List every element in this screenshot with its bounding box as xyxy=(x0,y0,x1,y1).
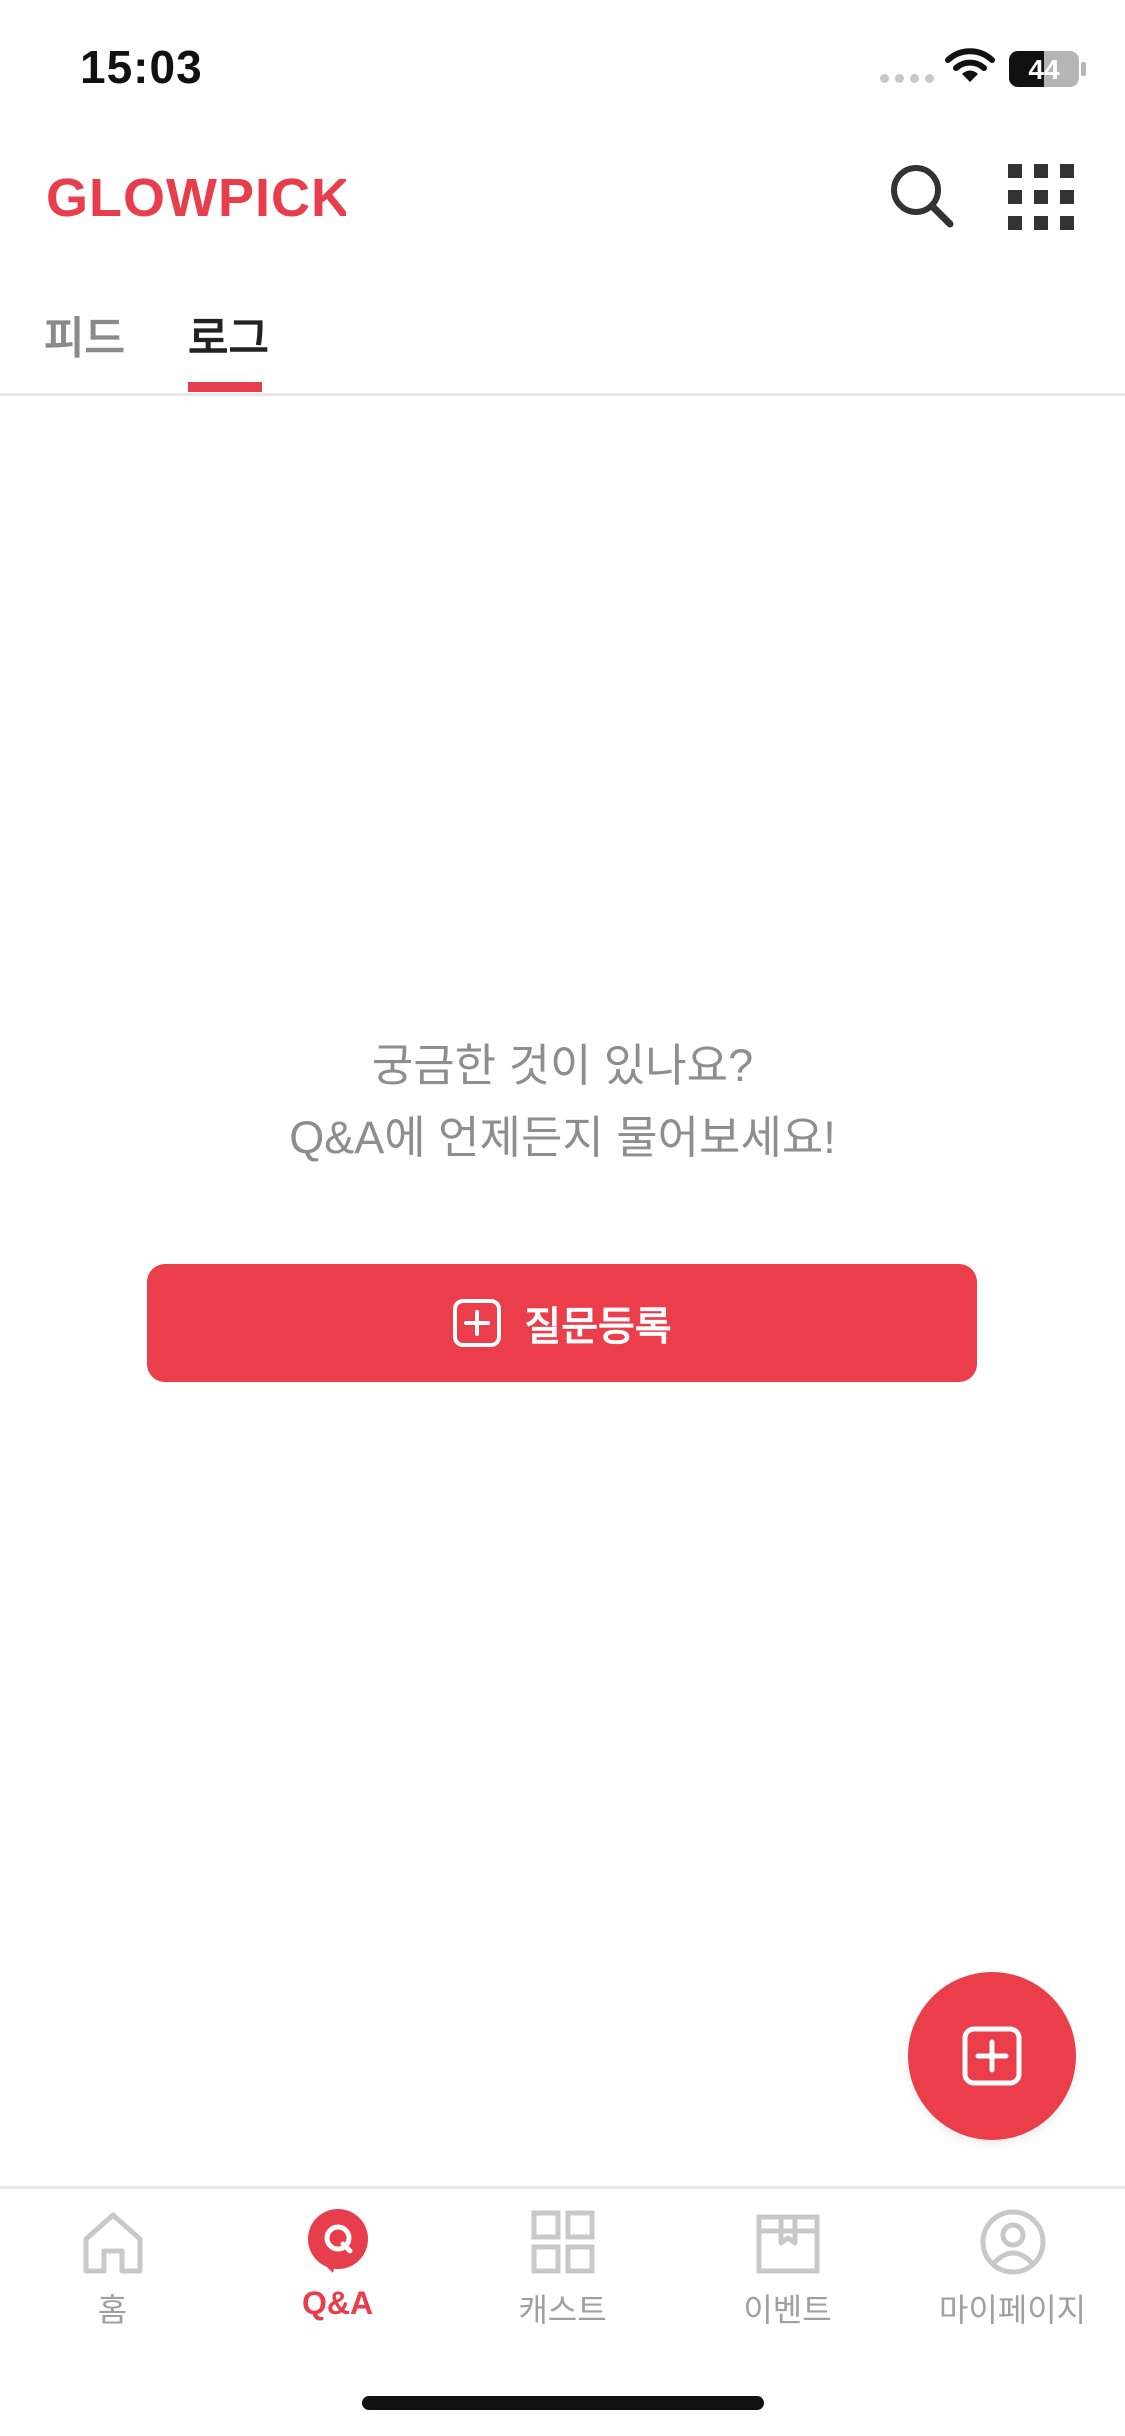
status-time: 15:03 xyxy=(80,41,203,93)
nav-label-event: 이벤트 xyxy=(743,2292,832,2328)
add-question-fab[interactable] xyxy=(908,1972,1076,2140)
plus-box-icon xyxy=(962,2026,1022,2086)
menu-grid-icon[interactable] xyxy=(1008,164,1074,230)
qna-screen: 15:03 44 GLOWPICK 피드 로그 궁금한 것이 있나요? Q&A에… xyxy=(0,0,1125,2436)
svg-text:GLOWPICK: GLOWPICK xyxy=(46,168,346,224)
nav-item-event[interactable]: 이벤트 xyxy=(675,2207,900,2331)
glowpick-logo[interactable]: GLOWPICK xyxy=(46,168,346,224)
register-question-label: 질문등록 xyxy=(524,1305,672,1349)
wifi-icon xyxy=(945,48,995,82)
nav-item-home[interactable]: 홈 xyxy=(0,2207,225,2331)
nav-label-mypage: 마이페이지 xyxy=(938,2292,1087,2328)
event-box-icon xyxy=(756,2214,819,2274)
status-bar: 15:03 44 xyxy=(0,0,1125,140)
cast-grid-icon xyxy=(531,2210,594,2274)
qna-icon xyxy=(307,2209,368,2273)
battery-level: 44 xyxy=(1028,54,1060,85)
profile-icon xyxy=(980,2209,1045,2275)
home-indicator[interactable] xyxy=(362,2396,764,2410)
register-question-button[interactable]: 질문등록 xyxy=(147,1264,977,1382)
empty-state-line-1: 궁금한 것이 있나요? xyxy=(371,1040,754,1091)
nav-label-qna: Q&A xyxy=(301,2285,374,2321)
nav-label-cast: 캐스트 xyxy=(518,2292,607,2328)
tab-log[interactable]: 로그 xyxy=(188,302,269,366)
tab-bar: 피드 로그 xyxy=(0,290,1125,396)
plus-box-icon xyxy=(453,1299,502,1347)
nav-item-mypage[interactable]: 마이페이지 xyxy=(900,2207,1125,2331)
search-icon[interactable] xyxy=(888,162,956,230)
nav-item-cast[interactable]: 캐스트 xyxy=(450,2207,675,2331)
active-tab-indicator xyxy=(188,382,262,392)
nav-label-home: 홈 xyxy=(97,2292,128,2328)
empty-state-line-2: Q&A에 언제든지 물어보세요! xyxy=(289,1112,836,1163)
cellular-signal-icon xyxy=(880,74,934,83)
battery-icon: 44 xyxy=(1009,51,1086,87)
home-icon xyxy=(83,2212,142,2274)
nav-item-qna[interactable]: Q&A xyxy=(225,2207,450,2322)
tab-feed[interactable]: 피드 xyxy=(44,302,125,366)
empty-state-message: 궁금한 것이 있나요? Q&A에 언제든지 물어보세요! xyxy=(0,1030,1125,1174)
